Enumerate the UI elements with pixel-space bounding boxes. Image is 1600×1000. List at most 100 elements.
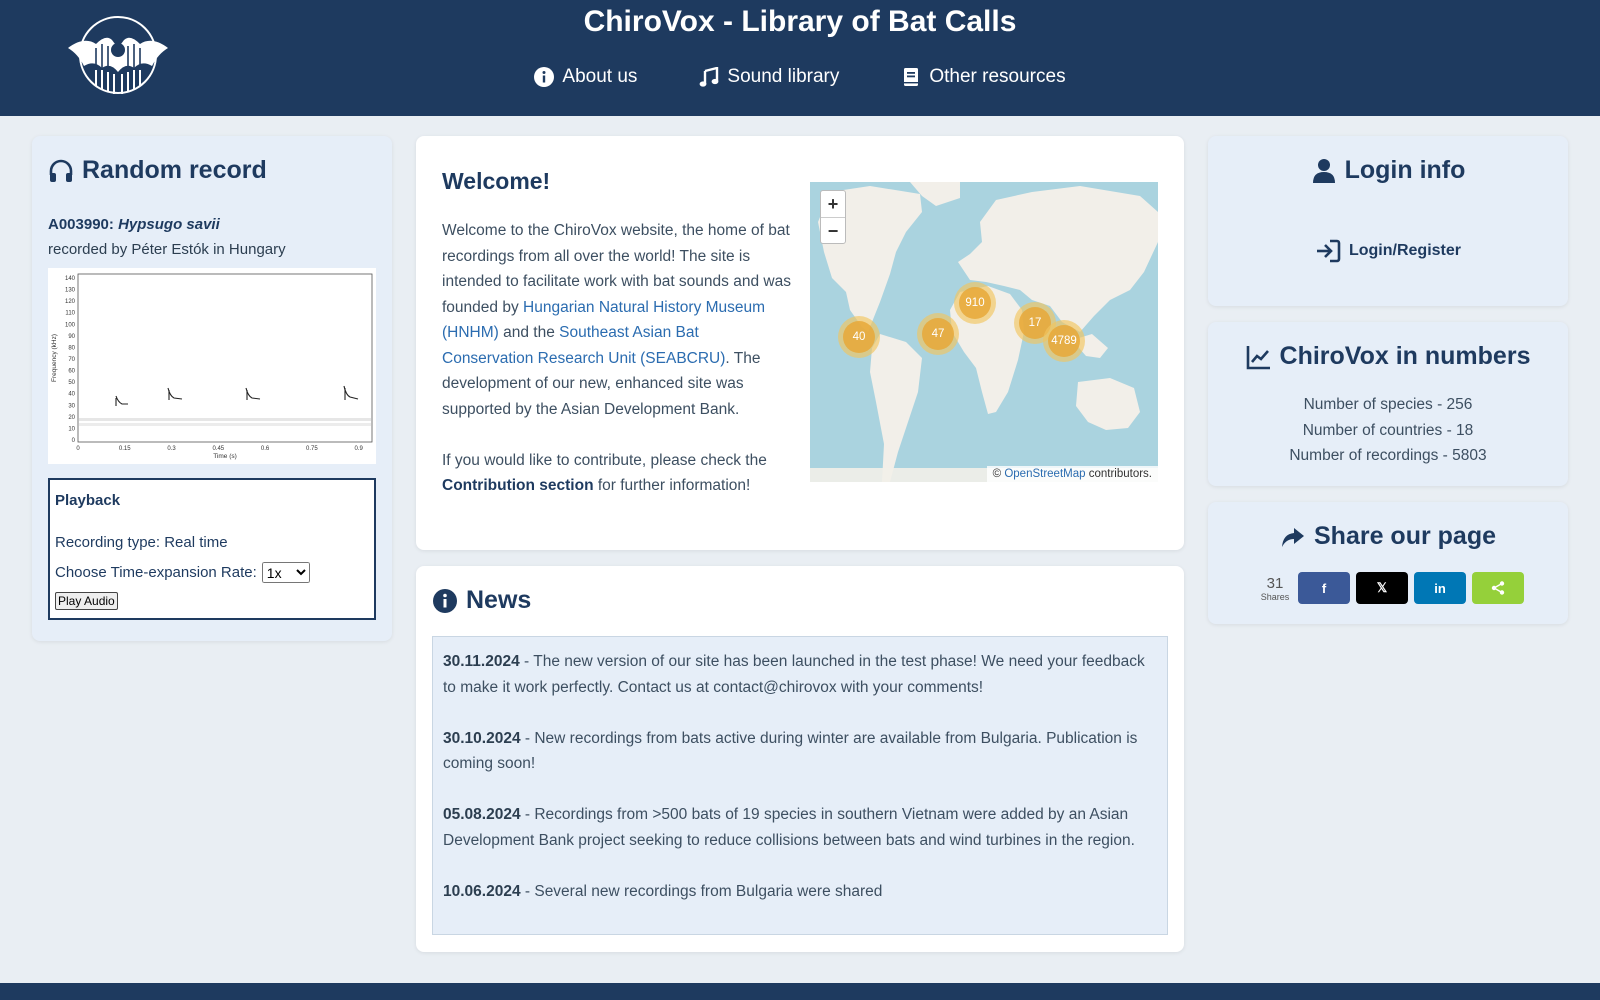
news-date: 30.10.2024: [443, 729, 521, 747]
share-title-text: Share our page: [1314, 522, 1496, 550]
map-zoom-control: + −: [820, 190, 846, 244]
spectrogram-ytick: 100: [65, 322, 76, 328]
x-share-button[interactable]: 𝕏: [1356, 572, 1408, 604]
spectrogram-ytick: 40: [68, 392, 75, 398]
random-record-panel: Random record A003990: Hypsugo savii rec…: [32, 136, 392, 641]
map-attribution: © OpenStreetMap contributors.: [986, 466, 1158, 482]
site-header: ChiroVox - Library of Bat Calls About us…: [0, 0, 1600, 116]
user-icon: [1312, 158, 1335, 183]
share-icon: [1491, 581, 1505, 595]
map-zoom-out-button[interactable]: −: [821, 217, 845, 243]
playback-title: Playback: [55, 492, 121, 509]
welcome-panel: Welcome! Welcome to the ChiroVox website…: [416, 136, 1184, 550]
spectrogram-ytick: 60: [68, 369, 75, 375]
x-icon: 𝕏: [1376, 580, 1388, 595]
news-list: 30.11.2024 - The new version of our site…: [432, 636, 1168, 935]
news-panel: News 30.11.2024 - The new version of our…: [416, 566, 1184, 952]
news-text: - The new version of our site has been l…: [443, 653, 1145, 696]
linkedin-share-button[interactable]: in: [1414, 572, 1466, 604]
news-item: 30.11.2024 - The new version of our site…: [443, 649, 1157, 700]
news-text: - Recordings from >500 bats of 19 specie…: [443, 806, 1135, 849]
random-record-title-text: Random record: [82, 156, 267, 184]
line-chart-icon: [1246, 345, 1270, 369]
number-of-species: Number of species - 256: [1303, 396, 1473, 413]
login-title-text: Login info: [1344, 156, 1466, 184]
book-icon: [904, 68, 919, 86]
news-item: 10.06.2024 - Several new recordings from…: [443, 879, 1157, 905]
login-register-button[interactable]: Login/Register: [1208, 238, 1568, 264]
nav-sound-library[interactable]: Sound library: [699, 66, 839, 88]
record-recorded-by: recorded by Péter Estók in Hungary: [48, 241, 286, 258]
number-of-recordings: Number of recordings - 5803: [1289, 447, 1487, 464]
map-cluster-count: 40: [843, 321, 875, 353]
footer-bar: [0, 983, 1600, 1000]
news-date: 10.06.2024: [443, 882, 521, 900]
nav-about-us[interactable]: About us: [534, 66, 637, 88]
spectrogram-ytick: 10: [68, 426, 75, 432]
time-expansion-select[interactable]: 1x: [261, 562, 310, 583]
record-id[interactable]: A003990: Hypsugo savii: [48, 216, 220, 233]
spectrogram-xtick: 0.9: [354, 446, 363, 452]
welcome-p2-a: If you would like to contribute, please …: [442, 451, 767, 469]
nav-about-us-label: About us: [562, 66, 638, 87]
spectrogram-ytick: 110: [65, 311, 75, 317]
welcome-text: Welcome to the ChiroVox website, the hom…: [442, 218, 792, 499]
facebook-icon: f: [1321, 580, 1327, 596]
nav-other-resources-label: Other resources: [929, 66, 1066, 87]
login-title: Login info: [1208, 156, 1568, 185]
spectrogram-xtick: 0.75: [306, 446, 318, 452]
map-cluster[interactable]: 4789: [1043, 320, 1085, 362]
random-record-title: Random record: [48, 156, 267, 185]
share-arrow-icon: [1282, 527, 1304, 547]
info-circle-icon: [433, 588, 457, 613]
spectrogram-ytick: 90: [68, 334, 75, 340]
time-expansion-label: Choose Time-expansion Rate:: [55, 564, 257, 581]
info-circle-icon: [534, 67, 555, 87]
spectrogram-xtick: 0.45: [212, 446, 224, 452]
map-cluster-count: 47: [922, 318, 954, 350]
spectrogram-ytick: 70: [68, 357, 75, 363]
linkedin-icon: in: [1434, 580, 1446, 596]
spectrogram-image: Frequency (kHz) Time (s) 0 10 20 30 40 50 60 70…: [48, 268, 376, 464]
music-note-icon: [700, 67, 719, 87]
sign-in-icon: [1316, 239, 1341, 263]
spectrogram-ytick: 140: [65, 276, 76, 282]
nav-other-resources[interactable]: Other resources: [901, 66, 1066, 88]
time-expansion-row: Choose Time-expansion Rate: 1x: [55, 562, 310, 583]
world-map[interactable]: + − 40 47 910 17 4789 © OpenStreetMap co…: [810, 182, 1158, 482]
map-cluster[interactable]: 47: [917, 313, 959, 355]
share-count-label: Shares: [1260, 591, 1290, 602]
map-attribution-suffix: contributors.: [1085, 468, 1152, 480]
numbers-title: ChiroVox in numbers: [1208, 342, 1568, 371]
playback-box: Playback Recording type: Real time Choos…: [48, 478, 376, 620]
number-of-countries: Number of countries - 18: [1302, 421, 1474, 439]
share-count-number: 31: [1266, 574, 1284, 592]
spectrogram-ytick: 50: [68, 380, 75, 386]
news-item: 30.10.2024 - New recordings from bats ac…: [443, 726, 1157, 777]
contribution-link[interactable]: Contribution section: [442, 477, 594, 494]
login-register-label: Login/Register: [1348, 242, 1461, 259]
share-count: 31 Shares: [1258, 575, 1292, 602]
map-cluster[interactable]: 40: [838, 316, 880, 358]
facebook-share-button[interactable]: f: [1298, 572, 1350, 604]
spectrogram-ytick: 30: [68, 403, 75, 409]
spectrogram-xtick: 0.6: [261, 446, 270, 452]
news-title-text: News: [466, 586, 532, 614]
headphones-icon: [49, 159, 73, 182]
welcome-p2-b: for further information!: [593, 477, 751, 494]
play-audio-button[interactable]: Play Audio: [55, 592, 118, 610]
welcome-title: Welcome!: [442, 168, 551, 194]
site-title: ChiroVox - Library of Bat Calls: [583, 5, 1017, 38]
map-zoom-in-button[interactable]: +: [821, 191, 845, 217]
spectrogram-xtick: 0.15: [119, 446, 131, 452]
map-cluster[interactable]: 910: [954, 282, 996, 324]
spectrogram-ytick: 0: [72, 438, 76, 444]
news-title: News: [432, 586, 531, 615]
map-cluster-count: 910: [959, 287, 991, 319]
sharethis-share-button[interactable]: [1472, 572, 1524, 604]
spectrogram-ytick: 20: [68, 415, 75, 421]
numbers-list: Number of species - 256 Number of countr…: [1208, 392, 1568, 469]
openstreetmap-link[interactable]: OpenStreetMap: [1004, 468, 1085, 480]
welcome-p1-b: and the: [498, 324, 560, 341]
spectrogram-xtick: 0.3: [167, 446, 176, 452]
